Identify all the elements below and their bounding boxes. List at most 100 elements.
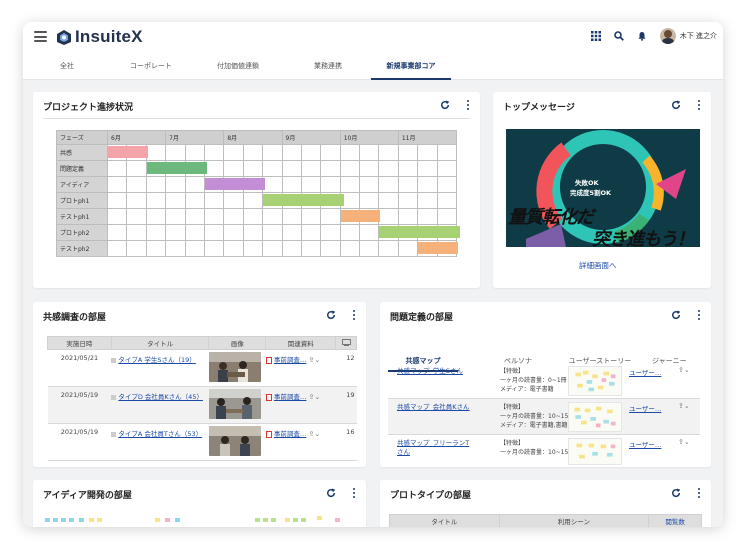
photo-thumbnail[interactable]	[208, 352, 261, 382]
table-row[interactable]: 2021/05/19 タイプA 会社員Tさん（53） 事前調査… ⇪⌄ 16	[47, 423, 357, 461]
chevron-down-icon[interactable]: ⌄	[314, 393, 320, 401]
chevron-down-icon[interactable]: ⌄	[684, 438, 690, 446]
table-row[interactable]: 2021/05/21 タイプA 学生Sさん（19） 事前調査… ⇪⌄ 12	[47, 349, 357, 387]
photo-thumbnail[interactable]	[208, 426, 261, 456]
refresh-icon[interactable]	[440, 100, 450, 110]
card-actions	[326, 310, 356, 320]
detail-link[interactable]: 詳細画面へ	[579, 260, 617, 271]
gantt-cell	[436, 208, 458, 225]
gantt-cell	[281, 208, 302, 225]
row-actions: ⇪⌄	[678, 366, 690, 374]
table-row[interactable]: 2021/05/19 タイプD 会社員Kさん（45） 事前調査… ⇪⌄ 19	[47, 386, 357, 424]
more-icon[interactable]	[352, 310, 356, 320]
title-link[interactable]: タイプA 会社員Tさん（53）	[118, 430, 202, 438]
idea-development-card: アイディア開発の部屋	[33, 480, 366, 527]
chevron-down-icon[interactable]: ⌄	[314, 430, 320, 438]
empathy-map-link[interactable]: 共感マップ_学生Sさん	[397, 367, 475, 376]
gantt-cell	[300, 192, 322, 209]
gantt-cell	[397, 240, 419, 257]
gantt-cell	[320, 240, 341, 257]
gantt-cell	[436, 144, 458, 161]
chevron-down-icon[interactable]: ⌄	[684, 402, 690, 410]
tab-new-business-core[interactable]: 新規事業部コア	[371, 56, 451, 80]
pdf-icon	[265, 430, 272, 438]
menu-icon[interactable]	[34, 31, 47, 42]
more-icon[interactable]	[697, 310, 701, 320]
phase-label: 問題定義	[56, 160, 108, 177]
message-line-2: 完成度5割OK	[570, 189, 612, 197]
more-icon[interactable]	[697, 100, 701, 110]
tab-corporate[interactable]: コーポレート	[120, 56, 182, 80]
gantt-cell	[242, 224, 264, 241]
pdf-icon	[265, 393, 272, 401]
column-header-icon	[335, 336, 357, 350]
user-doc-link[interactable]: ユーザー…	[629, 439, 661, 449]
gantt-cell	[359, 208, 380, 225]
refresh-icon[interactable]	[326, 488, 336, 498]
doc-link[interactable]: 事前調査…	[274, 393, 307, 401]
list-item[interactable]: 共感マップ_学生Sさん 【特徴】 一ヶ月の読書量：0~1冊 メディア：電子書籍 …	[388, 363, 700, 399]
refresh-icon[interactable]	[671, 488, 681, 498]
gantt-cell	[223, 176, 244, 193]
count-cell: 12	[335, 349, 357, 387]
grid-icon[interactable]	[590, 30, 602, 42]
gantt-cell	[359, 160, 380, 177]
features-line: 一ヶ月の読書量：10~15冊	[500, 413, 575, 420]
idea-board-preview[interactable]	[45, 514, 355, 526]
list-item[interactable]: 共感マップ_フリーランTさん 【特徴】 一ヶ月の読書量：10~15冊 ユーザー……	[388, 435, 700, 466]
user-doc-link[interactable]: ユーザー…	[629, 403, 661, 413]
title-link[interactable]: タイプD 会社員Kさん（45）	[118, 393, 203, 401]
gantt-cell	[145, 144, 167, 161]
gantt-cell	[223, 224, 244, 241]
gantt-cell	[320, 160, 341, 177]
avatar[interactable]	[659, 28, 676, 44]
features-label: 【特徴】	[500, 440, 525, 447]
refresh-icon[interactable]	[671, 100, 681, 110]
prototype-table: タイトル 利用シーン 閲覧数	[389, 514, 702, 527]
gantt-cell	[106, 192, 128, 209]
refresh-icon[interactable]	[671, 310, 681, 320]
more-icon[interactable]	[352, 488, 356, 498]
gantt-cell	[184, 224, 205, 241]
tab-all[interactable]: 全社	[50, 56, 84, 80]
gantt-row: アイディア	[56, 176, 458, 193]
user-doc-link[interactable]: ユーザー…	[629, 367, 661, 377]
gantt-cell	[417, 208, 438, 225]
bell-icon[interactable]	[636, 30, 648, 42]
logo[interactable]: InsuiteX	[56, 26, 143, 48]
map-thumbnail[interactable]	[568, 402, 622, 432]
features-line: メディア：電子書籍	[500, 386, 554, 393]
chevron-down-icon[interactable]: ⌄	[684, 366, 690, 374]
column-header[interactable]: 閲覧数	[648, 514, 702, 527]
title-link[interactable]: タイプA 学生Sさん（19）	[118, 356, 195, 364]
empathy-map-link[interactable]: 共感マップ_フリーランTさん	[397, 439, 475, 457]
gantt-cell	[223, 192, 244, 209]
tab-business-link[interactable]: 業務連携	[301, 56, 355, 80]
card-title: プロジェクト進捗状況	[43, 103, 134, 113]
user-name[interactable]: 木下 進之介	[680, 31, 717, 41]
gantt-cell	[397, 160, 419, 177]
refresh-icon[interactable]	[326, 310, 336, 320]
gantt-cell	[339, 224, 361, 241]
gantt-row: プロトph2	[56, 224, 461, 241]
search-icon[interactable]	[613, 30, 625, 42]
count-cell: 19	[335, 386, 357, 424]
doc-link[interactable]: 事前調査…	[274, 356, 307, 364]
photo-thumbnail[interactable]	[208, 389, 261, 419]
list-item[interactable]: 共感マップ_会社員Kさん 【特徴】 一ヶ月の読書量：10~15冊 メディア：電子…	[388, 399, 700, 435]
tab-value-chain[interactable]: 付加価値連鎖	[206, 56, 270, 80]
more-icon[interactable]	[466, 100, 470, 110]
card-title: 問題定義の部屋	[390, 313, 454, 323]
gantt-cell	[378, 224, 461, 241]
map-thumbnail[interactable]	[568, 366, 622, 396]
doc-link[interactable]: 事前調査…	[274, 430, 307, 438]
gantt-cell	[436, 240, 458, 257]
gantt-cell	[281, 160, 302, 177]
gantt-cell	[417, 192, 438, 209]
more-icon[interactable]	[697, 488, 701, 498]
empathy-map-link[interactable]: 共感マップ_会社員Kさん	[397, 403, 475, 412]
features-label: 【特徴】	[500, 368, 525, 375]
map-thumbnail[interactable]	[568, 438, 622, 465]
gantt-cell	[184, 208, 205, 225]
chevron-down-icon[interactable]: ⌄	[314, 356, 320, 364]
